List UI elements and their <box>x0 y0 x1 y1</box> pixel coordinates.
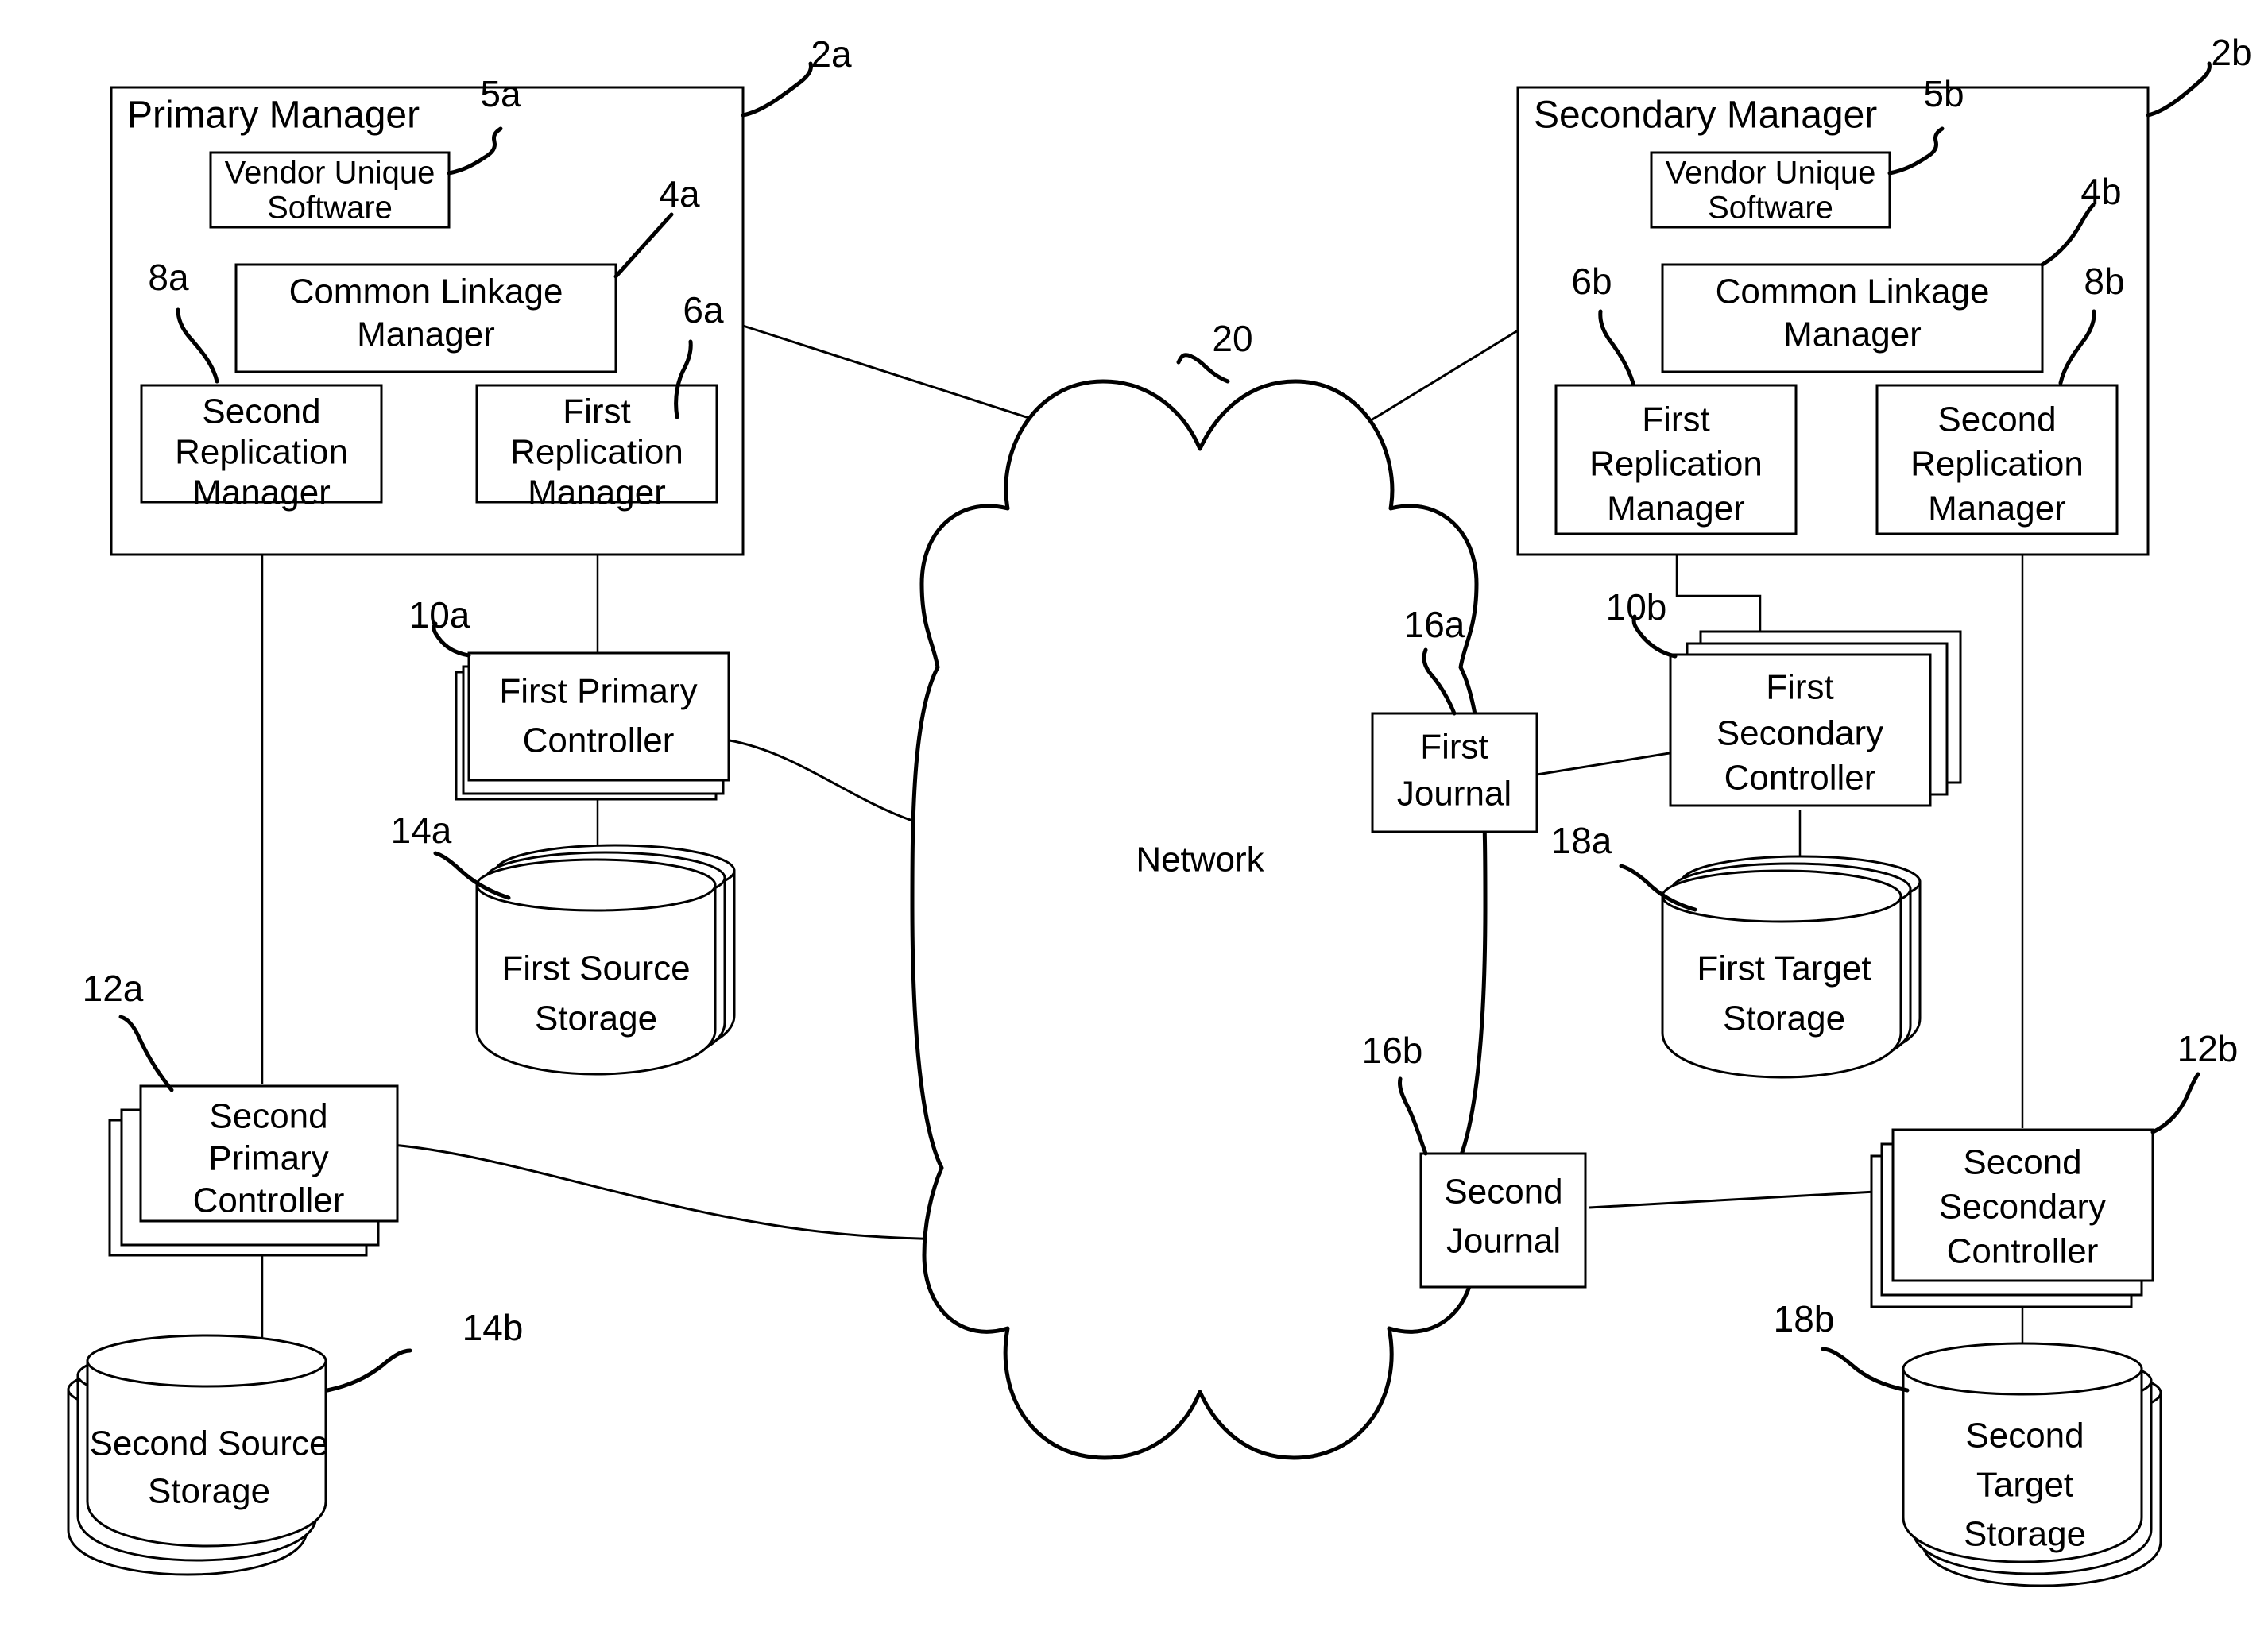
second-target-storage-line1: Second <box>1965 1417 2084 1455</box>
srm-primary-line2: Replication <box>175 433 348 472</box>
leader-second-secondary-controller <box>2150 1072 2200 1134</box>
common-linkage-line2-secondary: Manager <box>1783 315 1922 354</box>
frm-secondary-line2: Replication <box>1589 445 1763 484</box>
ref-secondary-manager: 2b <box>2211 32 2251 73</box>
common-linkage-line1-secondary: Common Linkage <box>1716 272 1990 311</box>
second-secondary-controller-line2: Secondary <box>1939 1188 2106 1227</box>
second-journal-line1: Second <box>1444 1173 1562 1212</box>
frm-secondary-line3: Manager <box>1607 489 1745 528</box>
vendor-unique-software-line2-secondary: Software <box>1708 191 1833 226</box>
ref-srm-primary: 8a <box>148 257 189 298</box>
first-secondary-controller-line3: Controller <box>1724 759 1876 798</box>
ref-first-target-storage: 18a <box>1551 820 1612 861</box>
srm-secondary-line2: Replication <box>1910 445 2084 484</box>
leader-primary-manager-ref <box>741 61 813 118</box>
ref-second-secondary-controller: 12b <box>2177 1028 2239 1069</box>
second-source-storage-top <box>87 1335 326 1386</box>
srm-primary-line3: Manager <box>192 473 331 512</box>
diagram-canvas: Network 20 Primary Manager 2a Vendor Uni… <box>67 32 2252 1587</box>
second-target-storage-line2: Target <box>1976 1466 2073 1505</box>
leader-second-source-storage <box>325 1348 412 1393</box>
ref-frm-secondary: 6b <box>1571 261 1612 302</box>
leader-secondary-manager-ref <box>2146 61 2212 118</box>
srm-secondary-line3: Manager <box>1928 489 2066 528</box>
frm-secondary-line1: First <box>1642 400 1710 439</box>
network-cloud <box>910 379 1488 1460</box>
common-linkage-line1-primary: Common Linkage <box>289 272 563 311</box>
leader-second-primary-controller <box>118 1015 174 1092</box>
first-source-storage-top <box>477 860 715 910</box>
second-primary-controller-line2: Primary <box>208 1139 329 1178</box>
ref-second-target-storage: 18b <box>1774 1298 1835 1339</box>
ref-second-journal: 16b <box>1362 1030 1423 1071</box>
second-source-storage-line1: Second Source <box>90 1424 329 1463</box>
leader-second-target-storage <box>1821 1347 1910 1393</box>
first-target-storage-top <box>1662 871 1901 922</box>
vendor-unique-software-line2-primary: Software <box>267 191 393 226</box>
first-secondary-controller-line2: Secondary <box>1716 714 1883 753</box>
patent-figure: Network 20 Primary Manager 2a Vendor Uni… <box>0 0 2268 1635</box>
first-primary-controller-line2: Controller <box>523 721 675 760</box>
srm-secondary-line1: Second <box>1937 400 2056 439</box>
second-target-storage-line3: Storage <box>1964 1515 2086 1554</box>
common-linkage-line2-primary: Manager <box>357 315 495 354</box>
first-source-storage-line2: Storage <box>535 999 657 1038</box>
frm-primary-line3: Manager <box>528 473 666 512</box>
ref-common-linkage-secondary: 4b <box>2080 171 2121 212</box>
first-target-storage-line2: Storage <box>1723 999 1845 1038</box>
frm-primary-line1: First <box>563 392 631 431</box>
second-secondary-controller-line3: Controller <box>1947 1232 2099 1271</box>
ref-primary-manager: 2a <box>811 33 852 75</box>
ref-srm-secondary: 8b <box>2084 261 2124 302</box>
first-secondary-controller-line1: First <box>1766 668 1834 707</box>
vendor-unique-software-line1-secondary: Vendor Unique <box>1666 156 1876 191</box>
first-journal-line2: Journal <box>1397 775 1511 814</box>
second-journal-line2: Journal <box>1446 1222 1561 1261</box>
ref-second-source-storage: 14b <box>463 1307 524 1348</box>
secondary-manager-title: Secondary Manager <box>1534 95 1877 137</box>
second-target-storage-top <box>1903 1343 2142 1394</box>
ref-first-source-storage: 14a <box>391 810 452 851</box>
ref-vendor-software-primary: 5a <box>480 73 521 114</box>
primary-manager-title: Primary Manager <box>127 95 420 137</box>
second-secondary-controller-line1: Second <box>1963 1143 2081 1182</box>
frm-primary-line2: Replication <box>510 433 683 472</box>
ref-second-primary-controller: 12a <box>83 968 144 1009</box>
network-label: Network <box>1136 841 1264 879</box>
second-source-storage-line2: Storage <box>148 1472 270 1511</box>
ref-first-primary-controller: 10a <box>409 594 470 636</box>
second-primary-controller-line1: Second <box>209 1097 327 1136</box>
ref-network: 20 <box>1212 318 1252 359</box>
ref-vendor-software-secondary: 5b <box>1923 73 1964 114</box>
vendor-unique-software-line1-primary: Vendor Unique <box>225 156 435 191</box>
ref-common-linkage-primary: 4a <box>659 173 700 215</box>
srm-primary-line1: Second <box>202 392 320 431</box>
ref-first-journal: 16a <box>1404 604 1465 645</box>
first-target-storage-line1: First Target <box>1697 949 1871 988</box>
first-primary-controller-line1: First Primary <box>499 672 697 711</box>
second-primary-controller-line3: Controller <box>193 1181 345 1220</box>
ref-first-secondary-controller: 10b <box>1606 586 1667 628</box>
link-second-journal-second-secondary-controller <box>1589 1190 1876 1209</box>
first-journal-line1: First <box>1420 728 1488 767</box>
ref-frm-primary: 6a <box>683 289 724 330</box>
first-source-storage-line1: First Source <box>501 949 690 988</box>
